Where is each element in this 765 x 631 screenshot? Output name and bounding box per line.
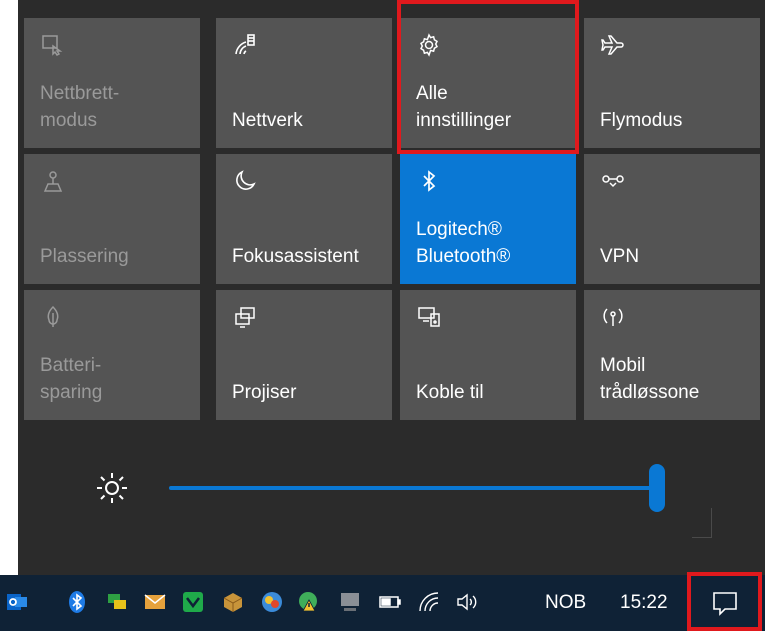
battery-saver-icon	[40, 304, 66, 330]
location-icon	[40, 168, 66, 194]
tile-focus-assist[interactable]: Fokusassistent	[216, 154, 392, 284]
tile-bluetooth[interactable]: Logitech® Bluetooth®	[400, 154, 576, 284]
tile-label: Logitech® Bluetooth®	[416, 219, 511, 267]
tile-label: Nettbrett- modus	[40, 83, 120, 131]
tile-label: Batteri- sparing	[40, 355, 103, 403]
display-app-icon[interactable]	[104, 589, 130, 615]
tile-label: VPN	[600, 246, 640, 267]
tile-label: Koble til	[416, 382, 484, 403]
tile-label: Plassering	[40, 246, 129, 267]
network-icon	[232, 32, 258, 58]
brightness-slider-thumb[interactable]	[649, 464, 665, 512]
computer-icon[interactable]	[337, 589, 363, 615]
taskbar: NOB 15:22	[0, 575, 765, 631]
tile-label: Mobil trådløssone	[600, 355, 700, 403]
project-icon	[232, 304, 258, 330]
tile-label: Projiser	[232, 382, 297, 403]
tile-airplane-mode[interactable]: Flymodus	[584, 18, 760, 148]
bluetooth-icon	[416, 168, 442, 194]
tile-label: Fokusassistent	[232, 246, 359, 267]
battery-icon[interactable]	[377, 589, 403, 615]
tile-connect[interactable]: Koble til	[400, 290, 576, 420]
tile-tablet-mode[interactable]: Nettbrett- modus	[24, 18, 200, 148]
tile-battery-saver[interactable]: Batteri- sparing	[24, 290, 200, 420]
outlook-icon[interactable]	[4, 589, 30, 615]
moon-icon	[232, 168, 258, 194]
tile-project[interactable]: Projiser	[216, 290, 392, 420]
notification-icon	[713, 592, 737, 616]
tile-mobile-hotspot[interactable]: Mobil trådløssone	[584, 290, 760, 420]
action-center-button[interactable]	[687, 572, 762, 631]
language-indicator[interactable]: NOB	[545, 592, 586, 614]
security-app-icon[interactable]	[180, 589, 206, 615]
tile-label: Nettverk	[232, 110, 303, 131]
tile-label: Flymodus	[600, 110, 683, 131]
brightness-slider-track[interactable]	[169, 486, 659, 490]
warning-app-icon[interactable]	[296, 589, 322, 615]
tile-location[interactable]: Plassering	[24, 154, 200, 284]
tablet-mode-icon	[40, 32, 66, 58]
brightness-icon	[94, 470, 130, 506]
mobile-hotspot-icon	[600, 304, 626, 330]
resize-corner	[692, 508, 712, 538]
mail-icon[interactable]	[142, 589, 168, 615]
colorful-app-icon[interactable]	[259, 589, 285, 615]
wifi-icon[interactable]	[416, 589, 442, 615]
tile-network[interactable]: Nettverk	[216, 18, 392, 148]
clock[interactable]: 15:22	[620, 592, 668, 614]
airplane-icon	[600, 32, 626, 58]
highlight-all-settings	[397, 0, 579, 154]
connect-icon	[416, 304, 442, 330]
bluetooth-tray-icon[interactable]	[64, 589, 90, 615]
vpn-icon	[600, 168, 626, 194]
package-icon[interactable]	[220, 589, 246, 615]
volume-icon[interactable]	[454, 589, 480, 615]
tile-vpn[interactable]: VPN	[584, 154, 760, 284]
